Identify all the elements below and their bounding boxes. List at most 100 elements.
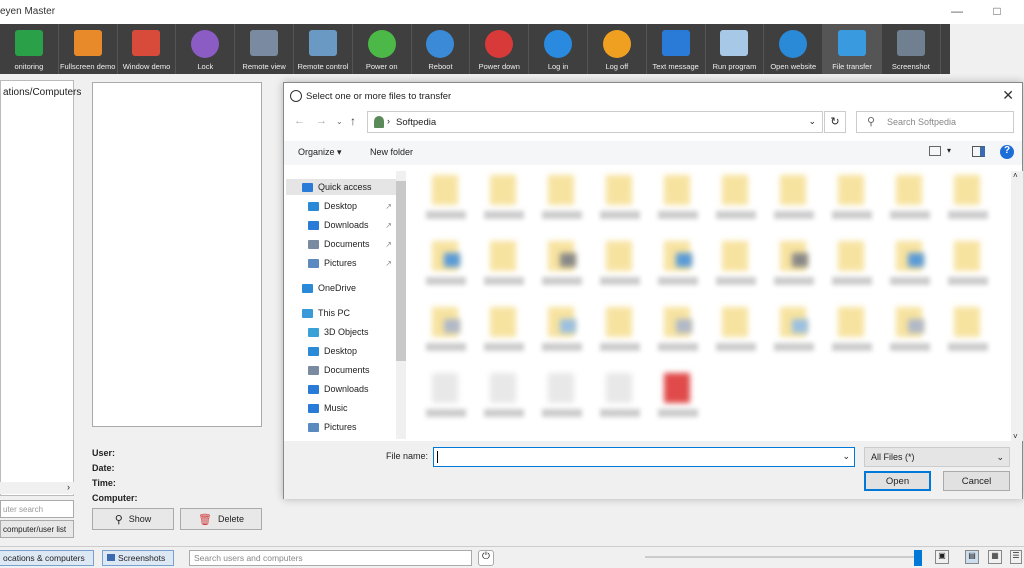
- file-item[interactable]: [598, 241, 642, 297]
- file-item[interactable]: [830, 307, 874, 363]
- file-item[interactable]: [714, 175, 758, 231]
- up-icon[interactable]: ↑: [350, 114, 356, 128]
- file-item[interactable]: [656, 241, 700, 297]
- file-item[interactable]: [946, 175, 990, 231]
- refresh-icon[interactable]: ⏻: [478, 550, 494, 566]
- nav-item-3d-objects[interactable]: 3D Objects: [308, 324, 396, 340]
- toolbar-button-power-down[interactable]: Power down: [470, 24, 530, 74]
- toolbar-button-remote-view[interactable]: Remote view: [235, 24, 294, 74]
- nav-item-downloads[interactable]: Downloads: [308, 381, 396, 397]
- toolbar-button-window-demo[interactable]: Window demo: [118, 24, 177, 74]
- single-view-icon[interactable]: ▤: [965, 550, 979, 564]
- file-item[interactable]: [772, 307, 816, 363]
- toolbar-button-screenshot[interactable]: Screenshot: [882, 24, 941, 74]
- toolbar-button-file-transfer[interactable]: File transfer: [823, 24, 882, 74]
- file-item[interactable]: [540, 307, 584, 363]
- nav-item-documents[interactable]: Documents ↗: [308, 236, 396, 252]
- zoom-slider-track[interactable]: [645, 556, 915, 558]
- close-icon[interactable]: ✕: [1002, 87, 1014, 104]
- file-item[interactable]: [888, 175, 932, 231]
- file-item[interactable]: [888, 307, 932, 363]
- file-item[interactable]: [598, 175, 642, 231]
- preview-pane-icon[interactable]: [972, 146, 985, 157]
- file-list[interactable]: [424, 171, 1014, 441]
- nav-item-music[interactable]: Music: [308, 400, 396, 416]
- open-button[interactable]: Open: [864, 471, 931, 491]
- file-item[interactable]: [424, 373, 468, 429]
- back-icon[interactable]: ←: [294, 115, 305, 127]
- scroll-right-icon[interactable]: ›: [67, 482, 70, 492]
- file-item[interactable]: [482, 373, 526, 429]
- file-item[interactable]: [714, 307, 758, 363]
- new-folder-button[interactable]: New folder: [370, 147, 413, 157]
- file-item[interactable]: [946, 241, 990, 297]
- minimize-button[interactable]: —: [950, 4, 964, 18]
- list-view-icon[interactable]: ☰: [1010, 550, 1022, 564]
- nav-item-quick-access[interactable]: Quick access: [286, 179, 396, 195]
- nav-item-this-pc[interactable]: This PC: [302, 305, 396, 321]
- file-name-dropdown-icon[interactable]: ⌄: [842, 451, 850, 462]
- nav-item-downloads[interactable]: Downloads ↗: [308, 217, 396, 233]
- file-item[interactable]: [424, 175, 468, 231]
- organize-button[interactable]: Organize ▾: [298, 147, 342, 158]
- toolbar-button-log-in[interactable]: Log in: [529, 24, 588, 74]
- file-item[interactable]: [598, 373, 642, 429]
- file-item[interactable]: [598, 307, 642, 363]
- file-item[interactable]: [424, 241, 468, 297]
- toolbar-button-fullscreen-demo[interactable]: Fullscreen demo: [59, 24, 118, 74]
- locations-tree[interactable]: ations/Computers: [0, 80, 81, 496]
- refresh-icon[interactable]: ↻: [824, 111, 846, 133]
- toolbar-button-remote-control[interactable]: Remote control: [294, 24, 353, 74]
- grid-view-icon[interactable]: ▦: [988, 550, 1002, 564]
- file-item[interactable]: [482, 175, 526, 231]
- view-dropdown-icon[interactable]: ▾: [947, 146, 951, 155]
- file-item[interactable]: [946, 307, 990, 363]
- tab-screenshots[interactable]: Screenshots: [102, 550, 174, 566]
- search-users-input[interactable]: Search users and computers: [189, 550, 472, 566]
- file-item[interactable]: [540, 373, 584, 429]
- screenshot-list[interactable]: [92, 82, 262, 427]
- nav-item-documents[interactable]: Documents: [308, 362, 396, 378]
- search-softpedia-input[interactable]: ⚲ Search Softpedia: [856, 111, 1014, 133]
- file-item[interactable]: [772, 241, 816, 297]
- file-name-input[interactable]: ⌄: [433, 447, 855, 467]
- forward-icon[interactable]: →: [316, 115, 327, 127]
- file-item[interactable]: [656, 307, 700, 363]
- file-item[interactable]: [830, 175, 874, 231]
- toolbar-button-open-website[interactable]: Open website: [764, 24, 824, 74]
- delete-button[interactable]: 🗑 Delete: [180, 508, 262, 530]
- maximize-button[interactable]: □: [990, 4, 1004, 18]
- computer-user-list-button[interactable]: computer/user list: [0, 520, 74, 538]
- path-softpedia[interactable]: Softpedia: [396, 117, 436, 128]
- toolbar-button-power-on[interactable]: Power on: [353, 24, 412, 74]
- horizontal-scrollbar[interactable]: ›: [0, 482, 74, 494]
- toolbar-button-log-off[interactable]: Log off: [588, 24, 647, 74]
- nav-scrollbar-thumb[interactable]: [396, 181, 406, 361]
- file-item[interactable]: [540, 241, 584, 297]
- toolbar-button-text-message[interactable]: Text message: [647, 24, 706, 74]
- recent-locations-icon[interactable]: ⌄: [336, 117, 343, 126]
- address-dropdown-icon[interactable]: ⌄: [808, 116, 816, 127]
- file-type-select[interactable]: All Files (*) ⌄: [864, 447, 1010, 467]
- view-options-icon[interactable]: [929, 146, 941, 156]
- scroll-down-icon[interactable]: ˅: [1013, 432, 1018, 441]
- toolbar-button-run-program[interactable]: Run program: [706, 24, 765, 74]
- nav-item-desktop[interactable]: Desktop: [308, 343, 396, 359]
- nav-item-pictures[interactable]: Pictures: [308, 419, 396, 435]
- help-icon[interactable]: ?: [1000, 145, 1014, 159]
- file-item[interactable]: [830, 241, 874, 297]
- file-item[interactable]: [714, 241, 758, 297]
- zoom-slider-thumb[interactable]: [914, 550, 922, 566]
- computer-search-input[interactable]: uter search: [0, 500, 74, 518]
- show-button[interactable]: ⚲ Show: [92, 508, 174, 530]
- file-item[interactable]: [424, 307, 468, 363]
- toolbar-button-reboot[interactable]: Reboot: [412, 24, 471, 74]
- cancel-button[interactable]: Cancel: [943, 471, 1010, 491]
- file-item[interactable]: [482, 241, 526, 297]
- toolbar-button-lock[interactable]: Lock: [176, 24, 236, 74]
- fit-icon[interactable]: ▣: [935, 550, 949, 564]
- scroll-up-icon[interactable]: ˄: [1013, 171, 1018, 180]
- nav-item-onedrive[interactable]: OneDrive: [302, 280, 396, 296]
- tab-locations-computers[interactable]: ocations & computers: [0, 550, 94, 566]
- file-item[interactable]: [540, 175, 584, 231]
